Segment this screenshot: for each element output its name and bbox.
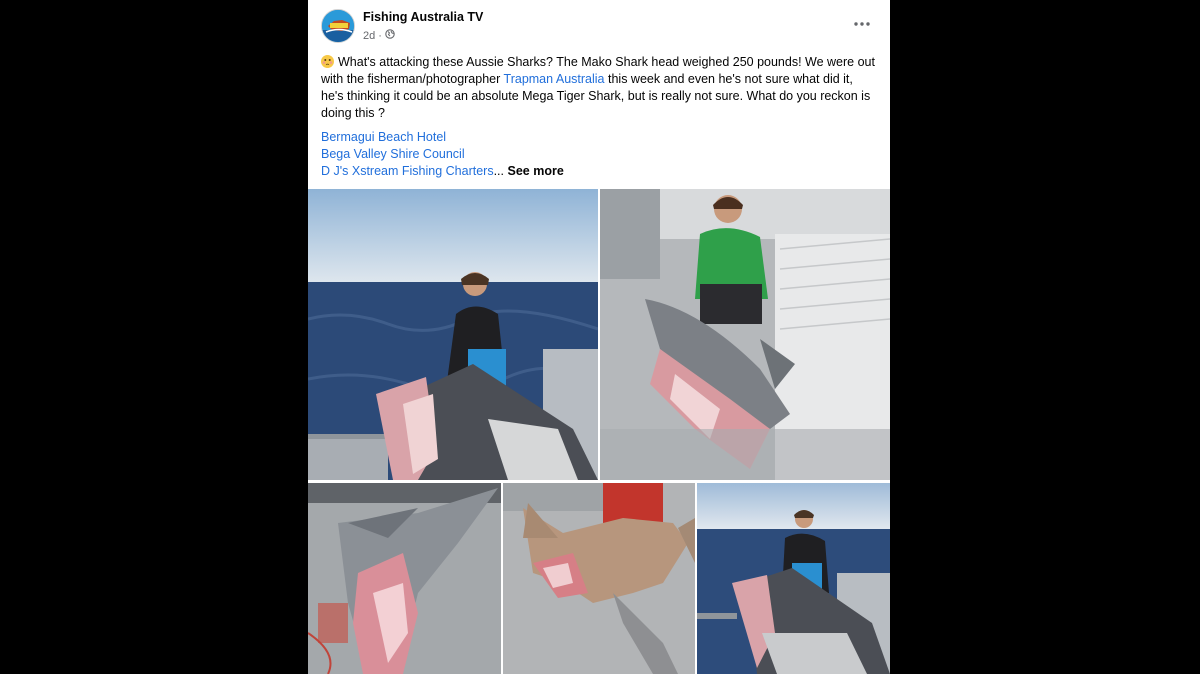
facebook-post: Fishing Australia TV 2d · What's attacki… xyxy=(308,0,890,674)
page-avatar[interactable] xyxy=(321,9,355,43)
trapman-australia-link[interactable]: Trapman Australia xyxy=(504,72,605,86)
photo-1[interactable] xyxy=(308,189,598,480)
flushed-face-emoji xyxy=(321,55,334,68)
tag-dj-xstream-fishing-charters[interactable]: D J's Xstream Fishing Charters xyxy=(321,164,494,178)
page-name[interactable]: Fishing Australia TV xyxy=(363,10,483,24)
post-text: What's attacking these Aussie Sharks? Th… xyxy=(321,54,877,122)
see-more-button[interactable]: See more xyxy=(507,164,563,178)
post-time[interactable]: 2d xyxy=(363,30,375,42)
tag-bermagui-beach-hotel[interactable]: Bermagui Beach Hotel xyxy=(321,130,446,144)
photo-5[interactable] xyxy=(697,483,890,674)
post-tags: Bermagui Beach Hotel Bega Valley Shire C… xyxy=(321,129,564,180)
post-header: Fishing Australia TV 2d · xyxy=(308,0,890,50)
tag-bega-valley-shire-council[interactable]: Bega Valley Shire Council xyxy=(321,147,465,161)
ellipsis: ... xyxy=(493,164,504,178)
photo-2[interactable] xyxy=(600,189,890,480)
photo-3[interactable] xyxy=(308,483,501,674)
photo-4[interactable] xyxy=(503,483,695,674)
more-options-icon[interactable] xyxy=(850,14,874,34)
photo-grid xyxy=(308,189,890,674)
globe-icon xyxy=(385,29,395,42)
post-meta: 2d · xyxy=(363,29,395,42)
